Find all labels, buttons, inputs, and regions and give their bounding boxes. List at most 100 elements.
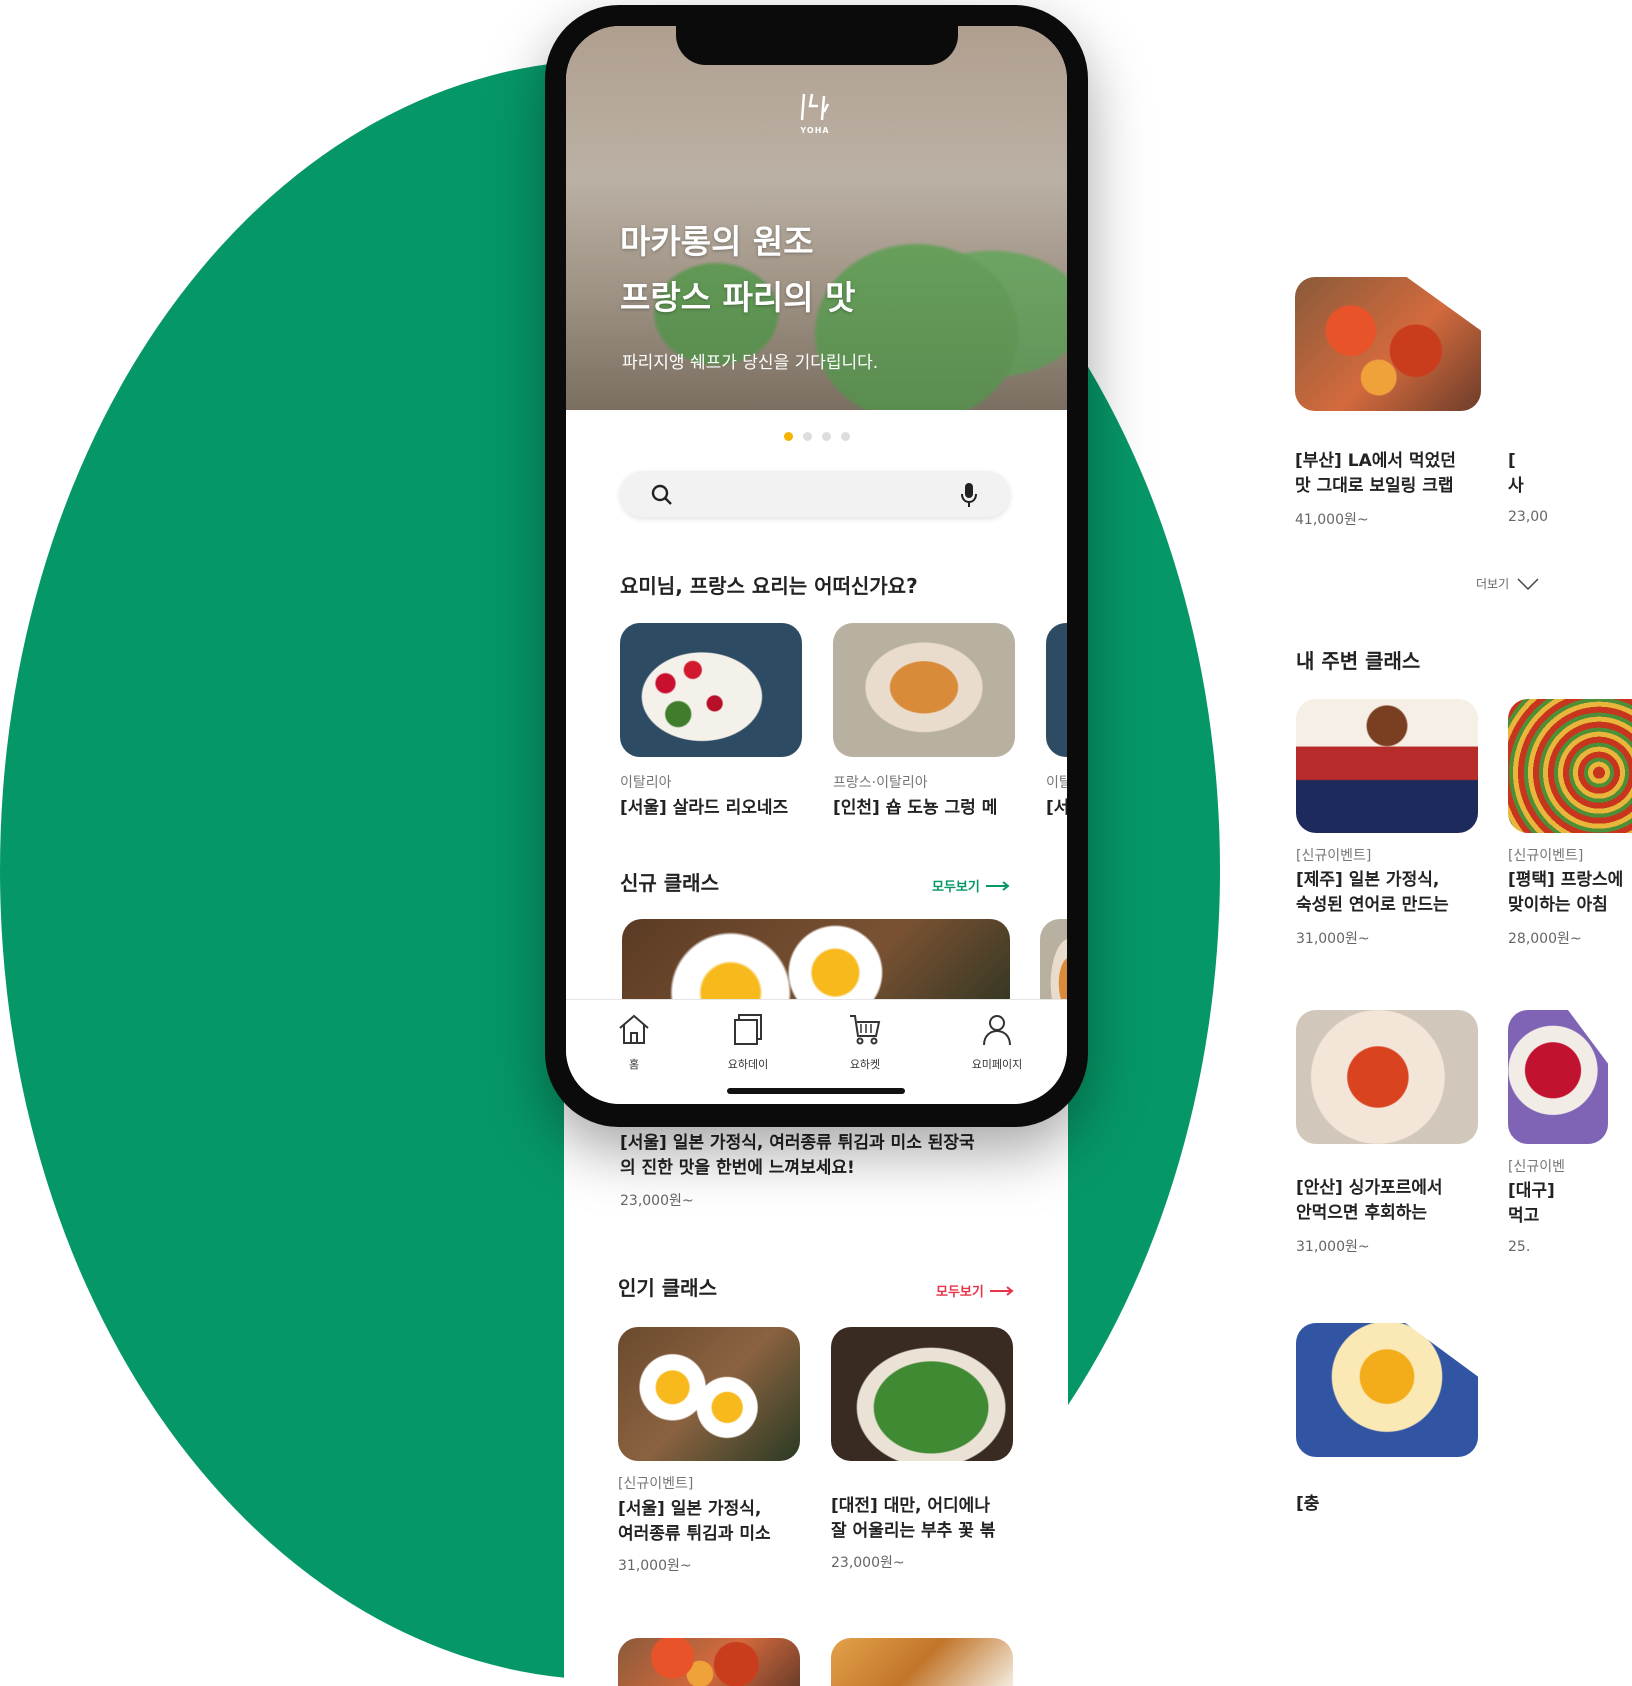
hero-subtitle: 파리지앵 쉐프가 당신을 기다립니다. [622,353,879,373]
nearby-card-image [1296,1323,1478,1457]
nearby-card[interactable]: [신규이벤트] [평택] 프랑스에 맞이하는 아침 28,000원~ [1508,699,1632,948]
card-category [831,1473,1013,1490]
card-title-line2: 맞이하는 아침 [1508,895,1608,915]
tab-mypage[interactable]: 요미페이지 [952,1012,1042,1072]
card-title-line1: [ [1508,451,1516,471]
featured-title-line2: 의 진한 맛을 한번에 느껴보세요! [620,1158,855,1178]
card-category: 이탈 [1046,775,1067,791]
card-title-line2: 여러종류 튀김과 미소 [618,1524,771,1544]
nearby-card[interactable]: [충 [1296,1323,1482,1517]
card-price: 23,00 [1508,509,1549,525]
recommend-card[interactable]: 프랑스·이탈리아 [인천] 숍 도뇽 그렁 메 [833,623,1015,821]
hero-title: 마카롱의 원조 프랑스 파리의 맛 [620,214,856,326]
recommend-card[interactable]: 이탈리아 [서울] 살라드 리오네즈 [620,623,802,821]
card-title-line1: [안산] 싱가포르에서 [1296,1178,1443,1198]
nearby-card[interactable]: [신규이벤트] [제주] 일본 가정식, 숙성된 연어로 만드는 31,000원… [1296,699,1482,948]
card-category: 프랑스·이탈리아 [833,775,928,791]
hero-title-line2: 프랑스 파리의 맛 [620,278,856,317]
new-class-featured-info[interactable]: [서울] 일본 가정식, 여러종류 튀김과 미소 된장국 의 진한 맛을 한번에… [620,1131,1040,1210]
phone-screen: YOHA 마카롱의 원조 프랑스 파리의 맛 파리지앵 쉐프가 당신을 기다립니… [566,26,1067,1104]
card-price: 31,000원~ [1296,931,1370,947]
recommend-heading: 요미님, 프랑스 요리는 어떠신가요? [620,574,918,598]
recommend-card-partial[interactable]: 이탈 [서 [1046,623,1067,821]
featured-title-line1: [서울] 일본 가정식, 여러종류 튀김과 미소 된장국 [620,1133,975,1153]
card-category: [신규이벤트] [1508,848,1584,864]
tab-home[interactable]: 홈 [602,1012,666,1072]
recommend-card-image [833,623,1015,757]
hero-title-line1: 마카롱의 원조 [620,222,814,261]
carousel-dots [566,426,1067,445]
nearby-card[interactable]: [신규이벤 [대구] 먹고 25. [1508,1010,1608,1255]
search-icon[interactable] [650,483,674,507]
popular-see-all-link[interactable]: 모두보기 [936,1281,1014,1300]
more-button[interactable]: 더보기 [1476,575,1539,592]
carousel-dot[interactable] [840,432,850,441]
arrow-right-icon [985,880,1010,891]
tab-yohacart[interactable]: 요하켓 [827,1012,903,1072]
card-title: [인천] 숍 도뇽 그렁 메 [833,798,998,818]
popular-card-image-partial[interactable] [618,1638,800,1686]
card-price: 28,000원~ [1508,931,1582,947]
recommend-card-image [1046,623,1067,757]
cart-icon [850,1015,881,1045]
class-card-image [1295,277,1481,411]
popular-card-image-partial[interactable] [831,1638,1013,1686]
recommend-card-image [620,623,802,757]
card-title-line2: 맛 그대로 보일링 크랩 [1295,476,1454,496]
chevron-down-icon [1517,577,1539,590]
card-category: [신규이벤 [1508,1159,1565,1175]
arrow-right-icon [989,1285,1014,1296]
nearby-card-image [1508,1010,1608,1144]
see-all-label: 모두보기 [936,1285,984,1300]
carousel-dot[interactable] [821,432,831,441]
microphone-icon[interactable] [960,482,978,508]
card-category: [신규이벤트] [618,1476,694,1492]
nearby-card-image [1296,1010,1478,1144]
card-price: 31,000원~ [1296,1239,1370,1255]
popular-card-image [831,1327,1013,1461]
popular-heading: 인기 클래스 [618,1276,717,1300]
tab-label: 요하데이 [727,1058,769,1071]
featured-price: 23,000원~ [620,1193,694,1209]
tab-yohaday[interactable]: 요하데이 [710,1012,786,1072]
bottom-tab-bar: 홈 요하데이 요하켓 요미페이지 [566,999,1067,1104]
card-title: [서 [1046,798,1067,818]
tab-label: 홈 [628,1058,640,1071]
tab-label: 요하켓 [849,1058,881,1071]
carousel-dot-active[interactable] [783,432,793,441]
nearby-card-image [1508,699,1632,833]
card-price: 25. [1508,1239,1531,1255]
new-classes-heading: 신규 클래스 [620,871,719,895]
user-icon [983,1015,1011,1046]
class-card-partial[interactable]: [ 사 23,00 [1508,449,1558,525]
carousel-dot[interactable] [802,432,812,441]
popular-card[interactable]: [신규이벤트] [서울] 일본 가정식, 여러종류 튀김과 미소 31,000원… [618,1327,800,1575]
search-bar[interactable] [620,471,1010,517]
home-indicator [727,1088,905,1094]
yoha-logo-icon [800,93,830,121]
popular-card-image [618,1327,800,1461]
card-price: 41,000원~ [1295,512,1369,528]
card-title-line2: 안먹으면 후회하는 [1296,1203,1428,1223]
card-title-line2: 먹고 [1508,1206,1540,1226]
card-title-line1: [제주] 일본 가정식, [1296,870,1440,890]
card-title-line1: [대전] 대만, 어디에나 [831,1496,990,1516]
card-title-line1: [충 [1296,1494,1320,1514]
new-classes-see-all-link[interactable]: 모두보기 [932,876,1010,895]
nearby-card[interactable]: [안산] 싱가포르에서 안먹으면 후회하는 31,000원~ [1296,1010,1482,1256]
popular-card[interactable]: [대전] 대만, 어디에나 잘 어울리는 부추 꽃 볶 23,000원~ [831,1327,1013,1572]
class-card[interactable]: [부산] LA에서 먹었던 맛 그대로 보일링 크랩 41,000원~ [1295,277,1481,529]
card-category: [신규이벤트] [1296,848,1372,864]
card-title-line1: [서울] 일본 가정식, [618,1499,762,1519]
hero-banner[interactable]: YOHA 마카롱의 원조 프랑스 파리의 맛 파리지앵 쉐프가 당신을 기다립니… [566,26,1067,410]
card-category [1296,1156,1482,1173]
card-title-line1: [평택] 프랑스에 [1508,870,1624,890]
nearby-heading: 내 주변 클래스 [1296,649,1421,673]
tab-label: 요미페이지 [971,1058,1023,1071]
photo-stack-icon [734,1014,762,1045]
card-title-line2: 잘 어울리는 부추 꽃 볶 [831,1521,996,1541]
nearby-card-image [1296,699,1478,833]
card-title-line2: 숙성된 연어로 만드는 [1296,895,1449,915]
card-title: [서울] 살라드 리오네즈 [620,798,789,818]
card-title-line1: [부산] LA에서 먹었던 [1295,451,1456,471]
